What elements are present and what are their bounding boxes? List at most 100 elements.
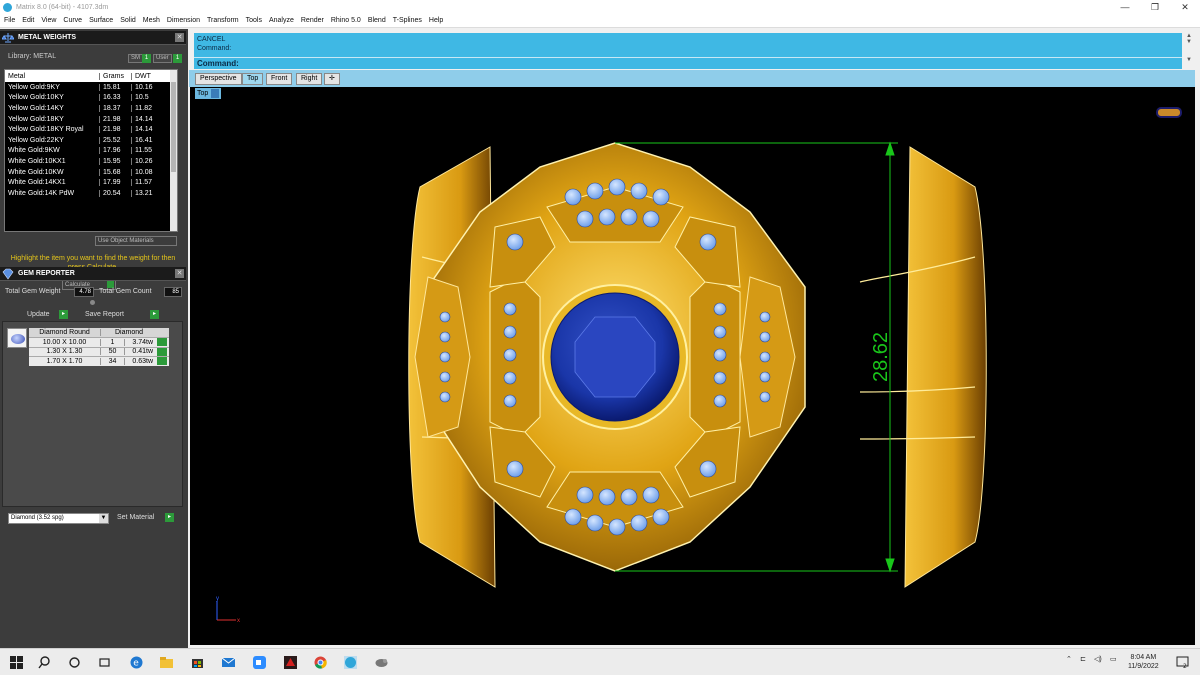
- set-material-button[interactable]: Set Material: [117, 514, 154, 521]
- table-row[interactable]: Yellow Gold:14KY 18.37 11.82: [5, 103, 177, 114]
- menu-analyze[interactable]: Analyze: [265, 17, 297, 24]
- user-toggle[interactable]: 1: [173, 54, 182, 63]
- search-icon[interactable]: [38, 656, 51, 669]
- table-row[interactable]: White Gold:10KX1 15.95 10.26: [5, 156, 177, 167]
- tab-perspective[interactable]: Perspective: [195, 73, 242, 85]
- windows-icon[interactable]: [10, 656, 23, 669]
- table-row[interactable]: 1.70 X 1.70 34 0.63tw: [29, 356, 169, 366]
- close-icon[interactable]: ✕: [175, 269, 184, 278]
- volume-icon[interactable]: ◁): [1094, 655, 1102, 663]
- table-row[interactable]: 1.30 X 1.30 50 0.41tw: [29, 346, 169, 356]
- select-gem-icon[interactable]: [157, 338, 167, 347]
- select-gem-icon[interactable]: [157, 357, 167, 366]
- table-row[interactable]: White Gold:9KW 17.96 11.55: [5, 146, 177, 157]
- command-prompt-scroll[interactable]: ▼: [1183, 57, 1195, 69]
- sm-button[interactable]: SM: [128, 54, 143, 63]
- rhino-icon[interactable]: [375, 656, 388, 669]
- scrollbar-thumb[interactable]: [171, 82, 176, 172]
- title-bar: Matrix 8.0 (64-bit) - 4107.3dm — ❐ ✕: [0, 0, 1200, 14]
- table-row[interactable]: White Gold:10KW 15.68 10.08: [5, 167, 177, 178]
- menu-mesh[interactable]: Mesh: [139, 17, 163, 24]
- add-viewport-tab-button[interactable]: ✛: [324, 73, 340, 85]
- table-row[interactable]: Yellow Gold:9KY 15.81 10.16: [5, 82, 177, 93]
- menu-transform[interactable]: Transform: [203, 17, 242, 24]
- use-object-materials-button[interactable]: Use Object Materials: [95, 236, 177, 246]
- clock[interactable]: 8:04 AM 11/9/2022: [1128, 653, 1159, 671]
- store-icon[interactable]: [191, 656, 204, 669]
- table-row[interactable]: White Gold:14K PdW 20.54 13.21: [5, 188, 177, 199]
- menu-surface[interactable]: Surface: [85, 17, 116, 24]
- menu-tsplines[interactable]: T-Splines: [389, 17, 425, 24]
- chevron-down-icon[interactable]: ▼: [99, 514, 108, 523]
- update-button[interactable]: Update: [27, 311, 50, 318]
- table-row[interactable]: White Gold:14KX1 17.99 11.57: [5, 177, 177, 188]
- metal-grams: 15.95: [100, 157, 132, 165]
- close-button[interactable]: ✕: [1170, 0, 1200, 14]
- tab-top[interactable]: Top: [242, 73, 264, 85]
- set-material-go-icon[interactable]: ▸: [165, 513, 174, 522]
- close-icon[interactable]: ✕: [175, 33, 184, 42]
- task-view-icon[interactable]: [98, 656, 111, 669]
- sm-toggle[interactable]: 1: [142, 54, 151, 63]
- col-dwt[interactable]: DWT: [132, 73, 172, 80]
- menu-blend[interactable]: Blend: [364, 17, 389, 24]
- minimize-button[interactable]: —: [1110, 0, 1140, 14]
- table-row[interactable]: Yellow Gold:18KY Royal 21.98 14.14: [5, 124, 177, 135]
- mail-icon[interactable]: [222, 656, 235, 669]
- user-button[interactable]: User: [153, 54, 172, 63]
- select-gem-icon[interactable]: [157, 347, 167, 356]
- save-report-go-icon[interactable]: ▸: [150, 310, 159, 319]
- menu-view[interactable]: View: [37, 17, 59, 24]
- menu-curve[interactable]: Curve: [59, 17, 85, 24]
- metal-dwt: 10.08: [135, 168, 153, 176]
- menu-file[interactable]: File: [0, 17, 18, 24]
- update-go-icon[interactable]: ▸: [59, 310, 68, 319]
- save-report-button[interactable]: Save Report: [85, 311, 124, 318]
- notifications-icon[interactable]: 2: [1176, 656, 1189, 669]
- command-history-line: CANCEL: [197, 36, 226, 43]
- menu-solid[interactable]: Solid: [116, 17, 139, 24]
- metal-dwt: 10.16: [135, 83, 153, 91]
- table-row[interactable]: Yellow Gold:18KY 21.98 14.14: [5, 114, 177, 125]
- zoom-icon[interactable]: [253, 656, 266, 669]
- gem-list-area: Diamond Round Diamond 10.00 X 10.00 1 3.…: [2, 321, 183, 507]
- col-grams[interactable]: Grams: [100, 72, 132, 80]
- left-panel: METAL WEIGHTS ✕ Library: METAL SM 1 User…: [0, 29, 188, 649]
- file-explorer-icon[interactable]: [160, 656, 173, 669]
- metal-name: Yellow Gold:22KY: [5, 136, 100, 144]
- chevron-up-icon[interactable]: ⌃: [1066, 655, 1072, 663]
- ring-model[interactable]: 28.62 y x: [190, 87, 1195, 645]
- gem-thumbnail[interactable]: [7, 328, 27, 348]
- chrome-icon[interactable]: [314, 656, 327, 669]
- tab-front[interactable]: Front: [266, 73, 293, 85]
- command-history-scrollbar[interactable]: ▲ ▼: [1183, 33, 1195, 57]
- matrix-icon[interactable]: [344, 656, 357, 669]
- col-metal[interactable]: Metal: [5, 72, 100, 80]
- menu-render[interactable]: Render: [297, 17, 327, 24]
- menu-help[interactable]: Help: [425, 17, 446, 24]
- app-red-icon[interactable]: [284, 656, 297, 669]
- table-row[interactable]: Yellow Gold:22KY 25.52 16.41: [5, 135, 177, 146]
- material-select[interactable]: Diamond (3.52 spg) ▼: [8, 513, 109, 524]
- table-row[interactable]: Yellow Gold:10KY 16.33 10.5: [5, 93, 177, 104]
- tab-right[interactable]: Right: [296, 73, 323, 85]
- table-row[interactable]: 10.00 X 10.00 1 3.74tw: [29, 337, 169, 347]
- keyboard-icon[interactable]: ▭: [1110, 655, 1117, 663]
- splitter-handle[interactable]: [90, 300, 95, 305]
- edge-icon[interactable]: e: [130, 656, 143, 669]
- network-icon[interactable]: ⊏: [1080, 655, 1086, 663]
- menu-dimension[interactable]: Dimension: [163, 17, 203, 24]
- chevron-down-icon[interactable]: [211, 88, 220, 98]
- menu-edit[interactable]: Edit: [18, 17, 37, 24]
- cortana-icon[interactable]: [68, 656, 81, 669]
- menu-rhino[interactable]: Rhino 5.0: [327, 17, 364, 24]
- metal-name: Yellow Gold:18KY Royal: [5, 126, 100, 134]
- command-prompt[interactable]: Command:: [194, 57, 1182, 69]
- viewport-top[interactable]: 28.62 y x: [190, 87, 1195, 645]
- total-gem-weight-label: Total Gem Weight: [5, 288, 61, 295]
- restore-button[interactable]: ❐: [1140, 0, 1170, 14]
- viewport-label[interactable]: Top: [195, 88, 222, 99]
- menu-tools[interactable]: Tools: [242, 17, 265, 24]
- metal-table-scrollbar[interactable]: [170, 70, 177, 231]
- view-cube-icon[interactable]: [1156, 107, 1182, 118]
